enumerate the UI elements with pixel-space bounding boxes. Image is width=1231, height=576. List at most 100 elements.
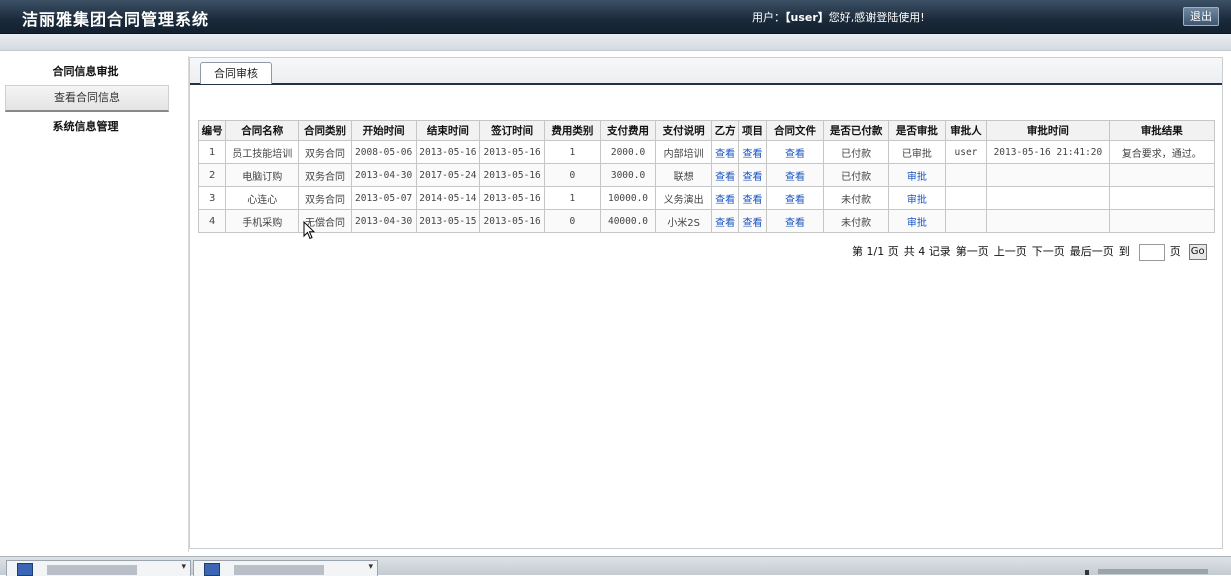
col-party-b: 乙方 xyxy=(710,120,740,141)
cell-signed: 2013-05-16 xyxy=(479,209,546,233)
approve-link[interactable]: 审批 xyxy=(907,195,927,206)
cell-id: 3 xyxy=(197,186,227,210)
view-file-link[interactable]: 查看 xyxy=(785,195,805,206)
view-project-link[interactable]: 查看 xyxy=(742,218,762,229)
col-name: 合同名称 xyxy=(225,120,300,141)
approve-link[interactable]: 审批 xyxy=(907,218,927,229)
tray-status xyxy=(1098,569,1208,574)
window-icon xyxy=(204,563,220,576)
cell-approver xyxy=(944,186,988,210)
cell-project: 查看 xyxy=(738,163,767,187)
cell-fee-type: 1 xyxy=(544,186,601,210)
sidebar: 合同信息审批 查看合同信息 系统信息管理 xyxy=(3,56,189,552)
cell-file: 查看 xyxy=(765,140,825,164)
col-project: 项目 xyxy=(738,120,767,141)
col-approval: 是否审批 xyxy=(888,120,946,141)
cell-result: 复合要求，通过。 xyxy=(1108,140,1216,164)
table-row: 4 手机采购 无偿合同 2013-04-30 2013-05-15 2013-0… xyxy=(197,209,1216,233)
prev-page-link[interactable]: 上一页 xyxy=(994,245,1027,258)
cell-approval: 已审批 xyxy=(888,140,946,164)
tab-contract-review[interactable]: 合同审核 xyxy=(200,62,272,84)
cell-project: 查看 xyxy=(738,209,767,233)
sidebar-section-system-management[interactable]: 系统信息管理 xyxy=(3,118,168,134)
sidebar-section-contract-approval[interactable]: 合同信息审批 xyxy=(3,63,168,79)
cell-file: 查看 xyxy=(765,209,825,233)
contract-table: 编号 合同名称 合同类别 开始时间 结束时间 签订时间 费用类别 支付费用 支付… xyxy=(197,120,1216,233)
next-page-link[interactable]: 下一页 xyxy=(1032,245,1065,258)
cell-name: 电脑订购 xyxy=(225,163,300,187)
table-header-row: 编号 合同名称 合同类别 开始时间 结束时间 签订时间 费用类别 支付费用 支付… xyxy=(197,120,1216,141)
cell-party-b: 查看 xyxy=(710,186,740,210)
view-file-link[interactable]: 查看 xyxy=(785,172,805,183)
view-party-b-link[interactable]: 查看 xyxy=(715,172,735,183)
cell-end: 2014-05-14 xyxy=(415,186,481,210)
col-result: 审批结果 xyxy=(1108,120,1216,141)
cell-paid: 未付款 xyxy=(823,209,890,233)
view-project-link[interactable]: 查看 xyxy=(742,195,762,206)
col-id: 编号 xyxy=(197,120,227,141)
last-page-link[interactable]: 最后一页 xyxy=(1070,245,1114,258)
cell-result xyxy=(1108,209,1216,233)
cell-id: 4 xyxy=(197,209,227,233)
page-unit-label: 页 xyxy=(1169,245,1181,258)
cell-fee-note: 小米2S xyxy=(655,209,712,233)
table-row: 1 员工技能培训 双务合同 2008-05-06 2013-05-16 2013… xyxy=(197,140,1216,164)
logout-button[interactable]: 退出 xyxy=(1183,7,1219,26)
first-page-link[interactable]: 第一页 xyxy=(956,245,989,258)
cell-start: 2008-05-06 xyxy=(350,140,417,164)
page-info: 第 1/1 页 xyxy=(852,245,899,258)
cell-end: 2013-05-16 xyxy=(415,140,481,164)
cell-type: 双务合同 xyxy=(298,186,352,210)
approve-link[interactable]: 审批 xyxy=(907,172,927,183)
cell-approve-time: 2013-05-16 21:41:20 xyxy=(986,140,1110,164)
cell-party-b: 查看 xyxy=(710,163,740,187)
view-project-link[interactable]: 查看 xyxy=(742,149,762,160)
user-info: 用户：【user】您好,感谢登陆使用! xyxy=(752,9,925,25)
view-project-link[interactable]: 查看 xyxy=(742,172,762,183)
sidebar-item-view-contracts[interactable]: 查看合同信息 xyxy=(5,85,169,112)
cell-end: 2017-05-24 xyxy=(415,163,481,187)
table-row: 3 心连心 双务合同 2013-05-07 2014-05-14 2013-05… xyxy=(197,186,1216,210)
chevron-down-icon: ▾ xyxy=(368,562,373,572)
view-party-b-link[interactable]: 查看 xyxy=(715,149,735,160)
col-end: 结束时间 xyxy=(415,120,481,141)
cell-signed: 2013-05-16 xyxy=(479,163,546,187)
view-file-link[interactable]: 查看 xyxy=(785,149,805,160)
cell-party-b: 查看 xyxy=(710,209,740,233)
welcome-text: 您好,感谢登陆使用! xyxy=(828,11,925,24)
cell-name: 手机采购 xyxy=(225,209,300,233)
cell-approval: 审批 xyxy=(888,186,946,210)
col-type: 合同类别 xyxy=(298,120,352,141)
view-party-b-link[interactable]: 查看 xyxy=(715,195,735,206)
cell-type: 双务合同 xyxy=(298,163,352,187)
cell-paid: 已付款 xyxy=(823,163,890,187)
cell-project: 查看 xyxy=(738,140,767,164)
col-approver: 审批人 xyxy=(944,120,988,141)
cell-fee-note: 义务演出 xyxy=(655,186,712,210)
col-fee-type: 费用类别 xyxy=(544,120,601,141)
cell-end: 2013-05-15 xyxy=(415,209,481,233)
user-prefix: 用户： xyxy=(752,11,785,24)
table-row: 2 电脑订购 双务合同 2013-04-30 2017-05-24 2013-0… xyxy=(197,163,1216,187)
cell-fee-note: 联想 xyxy=(655,163,712,187)
go-button[interactable]: Go xyxy=(1188,244,1207,260)
cell-approve-time xyxy=(986,186,1110,210)
view-party-b-link[interactable]: 查看 xyxy=(715,218,735,229)
cell-start: 2013-04-30 xyxy=(350,209,417,233)
cell-type: 双务合同 xyxy=(298,140,352,164)
cell-name: 员工技能培训 xyxy=(225,140,300,164)
cell-fee-type: 1 xyxy=(544,140,601,164)
page-number-input[interactable] xyxy=(1138,243,1165,261)
app-header: 洁丽雅集团合同管理系统 用户：【user】您好,感谢登陆使用! 退出 xyxy=(0,0,1231,34)
col-start: 开始时间 xyxy=(350,120,417,141)
cell-result xyxy=(1108,163,1216,187)
record-total: 共 4 记录 xyxy=(903,245,951,258)
cell-project: 查看 xyxy=(738,186,767,210)
cell-id: 1 xyxy=(197,140,227,164)
view-file-link[interactable]: 查看 xyxy=(785,218,805,229)
cell-approver xyxy=(944,163,988,187)
os-taskbar: ▾ ▾ xyxy=(0,556,1231,576)
window-icon xyxy=(17,563,33,576)
cell-fee-note: 内部培训 xyxy=(655,140,712,164)
chevron-down-icon: ▾ xyxy=(181,562,186,572)
